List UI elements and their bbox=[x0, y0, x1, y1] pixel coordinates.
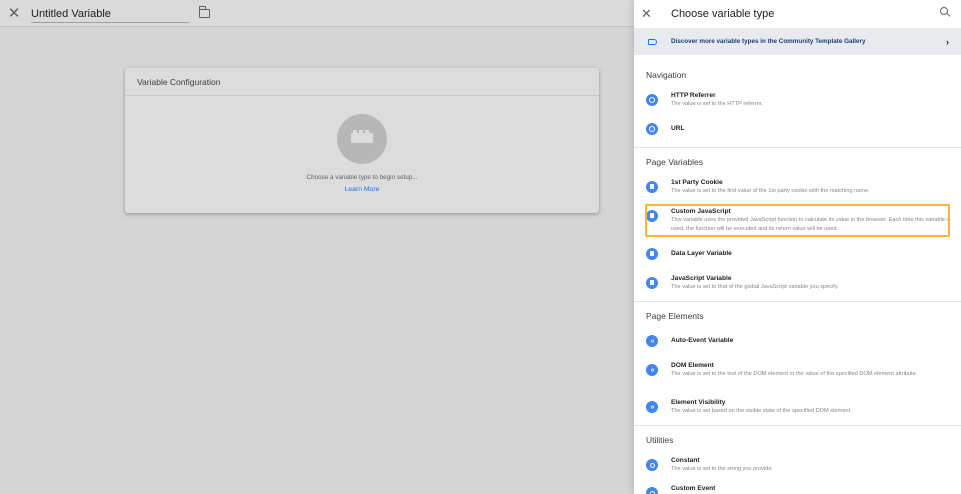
section-utilities: Utilities bbox=[646, 435, 674, 445]
building-block-icon bbox=[351, 130, 373, 143]
editor-area: Variable Configuration Choose a variable… bbox=[0, 28, 634, 494]
item-title: DOM Element bbox=[671, 362, 714, 369]
document-icon bbox=[646, 277, 658, 289]
document-icon bbox=[646, 248, 658, 260]
item-title: Custom Event bbox=[671, 485, 716, 492]
choose-type-hint: Choose a variable type to begin setup... bbox=[306, 174, 418, 181]
banner-text: Discover more variable types in the Comm… bbox=[671, 38, 866, 45]
item-title: Auto-Event Variable bbox=[671, 337, 734, 344]
section-page-variables: Page Variables bbox=[646, 157, 704, 167]
code-icon bbox=[646, 335, 658, 347]
document-icon bbox=[646, 181, 658, 193]
item-title: URL bbox=[671, 125, 685, 132]
divider bbox=[634, 301, 961, 302]
gear-icon bbox=[646, 459, 658, 471]
item-description: This variable uses the provided JavaScri… bbox=[671, 217, 951, 232]
variable-type-javascript-variable[interactable]: JavaScript Variable The value is set to … bbox=[634, 273, 961, 295]
item-description: The value is set to the first value of t… bbox=[671, 188, 870, 194]
tag-icon bbox=[648, 38, 657, 45]
chevron-right-icon: › bbox=[946, 37, 949, 47]
close-panel-icon[interactable]: ✕ bbox=[641, 6, 667, 22]
item-title: Data Layer Variable bbox=[671, 250, 732, 257]
globe-icon bbox=[646, 94, 658, 106]
item-description: The value is set based on the visible st… bbox=[671, 408, 852, 414]
editor-topbar: ✕ bbox=[0, 0, 634, 27]
item-description: The value is set to the text of the DOM … bbox=[671, 371, 918, 377]
variable-configuration-card[interactable]: Variable Configuration Choose a variable… bbox=[125, 68, 599, 213]
search-icon[interactable] bbox=[940, 7, 950, 17]
variable-type-data-layer-variable[interactable]: Data Layer Variable bbox=[634, 246, 961, 262]
close-icon[interactable]: ✕ bbox=[1, 2, 27, 24]
code-icon bbox=[646, 401, 658, 413]
community-gallery-banner[interactable]: Discover more variable types in the Comm… bbox=[634, 28, 961, 55]
item-title: HTTP Referrer bbox=[671, 92, 716, 99]
item-title: Custom JavaScript bbox=[671, 208, 731, 215]
globe-icon bbox=[646, 123, 658, 135]
item-title: 1st Party Cookie bbox=[671, 179, 723, 186]
divider bbox=[634, 425, 961, 426]
gear-icon bbox=[646, 487, 658, 494]
document-icon bbox=[646, 210, 658, 222]
variable-type-dom-element[interactable]: DOM Element The value is set to the text… bbox=[634, 360, 961, 388]
variable-type-element-visibility[interactable]: Element Visibility The value is set base… bbox=[634, 397, 961, 419]
section-navigation: Navigation bbox=[646, 70, 687, 80]
item-description: The value is set to that of the global J… bbox=[671, 284, 839, 290]
panel-header: ✕ Choose variable type bbox=[634, 0, 961, 27]
variable-name-input[interactable] bbox=[31, 3, 189, 23]
variable-type-placeholder[interactable] bbox=[337, 114, 387, 164]
learn-more-link[interactable]: Learn More bbox=[125, 186, 599, 193]
card-title: Variable Configuration bbox=[125, 68, 599, 96]
item-description: The value is set to the string you provi… bbox=[671, 466, 773, 472]
variable-type-http-referrer[interactable]: HTTP Referrer The value is set to the HT… bbox=[634, 90, 961, 112]
item-description: The value is set to the HTTP referrer. bbox=[671, 101, 763, 107]
variable-type-custom-javascript[interactable]: Custom JavaScript This variable uses the… bbox=[634, 206, 961, 236]
variable-type-custom-event[interactable]: Custom Event bbox=[634, 484, 961, 494]
folder-icon[interactable] bbox=[198, 6, 210, 18]
item-title: JavaScript Variable bbox=[671, 275, 732, 282]
section-page-elements: Page Elements bbox=[646, 311, 704, 321]
choose-variable-type-panel: ✕ Choose variable type Discover more var… bbox=[634, 0, 961, 494]
variable-type-auto-event-variable[interactable]: Auto-Event Variable bbox=[634, 333, 961, 349]
item-title: Constant bbox=[671, 457, 700, 464]
panel-title: Choose variable type bbox=[671, 7, 775, 20]
item-title: Element Visibility bbox=[671, 399, 726, 406]
variable-type-constant[interactable]: Constant The value is set to the string … bbox=[634, 455, 961, 477]
variable-type-1st-party-cookie[interactable]: 1st Party Cookie The value is set to the… bbox=[634, 177, 961, 199]
variable-type-url[interactable]: URL bbox=[634, 121, 961, 137]
code-icon bbox=[646, 364, 658, 376]
divider bbox=[634, 147, 961, 148]
